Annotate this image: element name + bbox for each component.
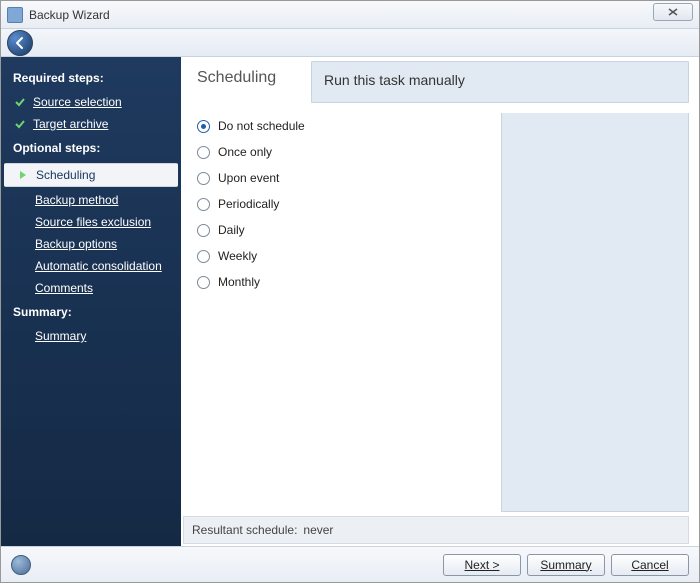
- sidebar-item-source-selection[interactable]: Source selection: [1, 91, 181, 113]
- content-panel: Scheduling Run this task manually Do not…: [181, 57, 699, 546]
- window-title: Backup Wizard: [29, 8, 110, 22]
- title-bar: Backup Wizard: [1, 1, 699, 29]
- resultant-value: never: [303, 523, 333, 537]
- radio-label: Do not schedule: [218, 119, 305, 133]
- radio-icon: [197, 120, 210, 133]
- back-button[interactable]: [7, 30, 33, 56]
- radio-label: Monthly: [218, 275, 260, 289]
- footer: Next > Summary Cancel: [1, 546, 699, 582]
- main-area: Required steps: Source selection Target …: [1, 57, 699, 546]
- sidebar-item-backup-options[interactable]: Backup options: [1, 233, 181, 255]
- sidebar-item-label: Automatic consolidation: [35, 259, 162, 273]
- radio-label: Periodically: [218, 197, 279, 211]
- arrow-right-icon: [16, 168, 30, 182]
- radio-label: Once only: [218, 145, 272, 159]
- sidebar-item-label: Summary: [35, 329, 86, 343]
- sidebar-item-label: Source selection: [33, 95, 122, 109]
- sidebar-item-label: Source files exclusion: [35, 215, 151, 229]
- resultant-label: Resultant schedule:: [192, 523, 297, 537]
- content-header: Scheduling Run this task manually: [181, 57, 699, 103]
- sidebar-item-comments[interactable]: Comments: [1, 277, 181, 299]
- summary-button[interactable]: Summary: [527, 554, 605, 576]
- radio-icon: [197, 276, 210, 289]
- sidebar-item-label: Comments: [35, 281, 93, 295]
- next-button[interactable]: Next >: [443, 554, 521, 576]
- radio-label: Upon event: [218, 171, 279, 185]
- radio-icon: [197, 172, 210, 185]
- sidebar-item-source-files-exclusion[interactable]: Source files exclusion: [1, 211, 181, 233]
- help-button[interactable]: [11, 555, 31, 575]
- close-icon: [667, 7, 679, 17]
- resultant-schedule-bar: Resultant schedule: never: [183, 516, 689, 544]
- sidebar-item-label: Target archive: [33, 117, 108, 131]
- cancel-button[interactable]: Cancel: [611, 554, 689, 576]
- close-button[interactable]: [653, 3, 693, 21]
- description-box: Run this task manually: [311, 61, 689, 103]
- radio-label: Daily: [218, 223, 245, 237]
- sidebar-item-label: Backup options: [35, 237, 117, 251]
- app-icon: [7, 7, 23, 23]
- sidebar-item-label: Scheduling: [36, 168, 95, 182]
- header-strip: [1, 29, 699, 57]
- back-arrow-icon: [13, 36, 27, 50]
- sidebar-item-label: Backup method: [35, 193, 118, 207]
- sidebar-item-scheduling[interactable]: Scheduling: [4, 163, 178, 187]
- checkmark-icon: [13, 95, 27, 109]
- option-detail-panel: [501, 113, 689, 512]
- page-title: Scheduling: [181, 57, 311, 103]
- sidebar-item-automatic-consolidation[interactable]: Automatic consolidation: [1, 255, 181, 277]
- radio-icon: [197, 198, 210, 211]
- sidebar: Required steps: Source selection Target …: [1, 57, 181, 546]
- radio-icon: [197, 250, 210, 263]
- sidebar-item-backup-method[interactable]: Backup method: [1, 189, 181, 211]
- optional-steps-heading: Optional steps:: [1, 135, 181, 161]
- sidebar-item-target-archive[interactable]: Target archive: [1, 113, 181, 135]
- checkmark-icon: [13, 117, 27, 131]
- sidebar-item-summary[interactable]: Summary: [1, 325, 181, 347]
- radio-label: Weekly: [218, 249, 257, 263]
- radio-icon: [197, 224, 210, 237]
- required-steps-heading: Required steps:: [1, 65, 181, 91]
- summary-heading: Summary:: [1, 299, 181, 325]
- radio-icon: [197, 146, 210, 159]
